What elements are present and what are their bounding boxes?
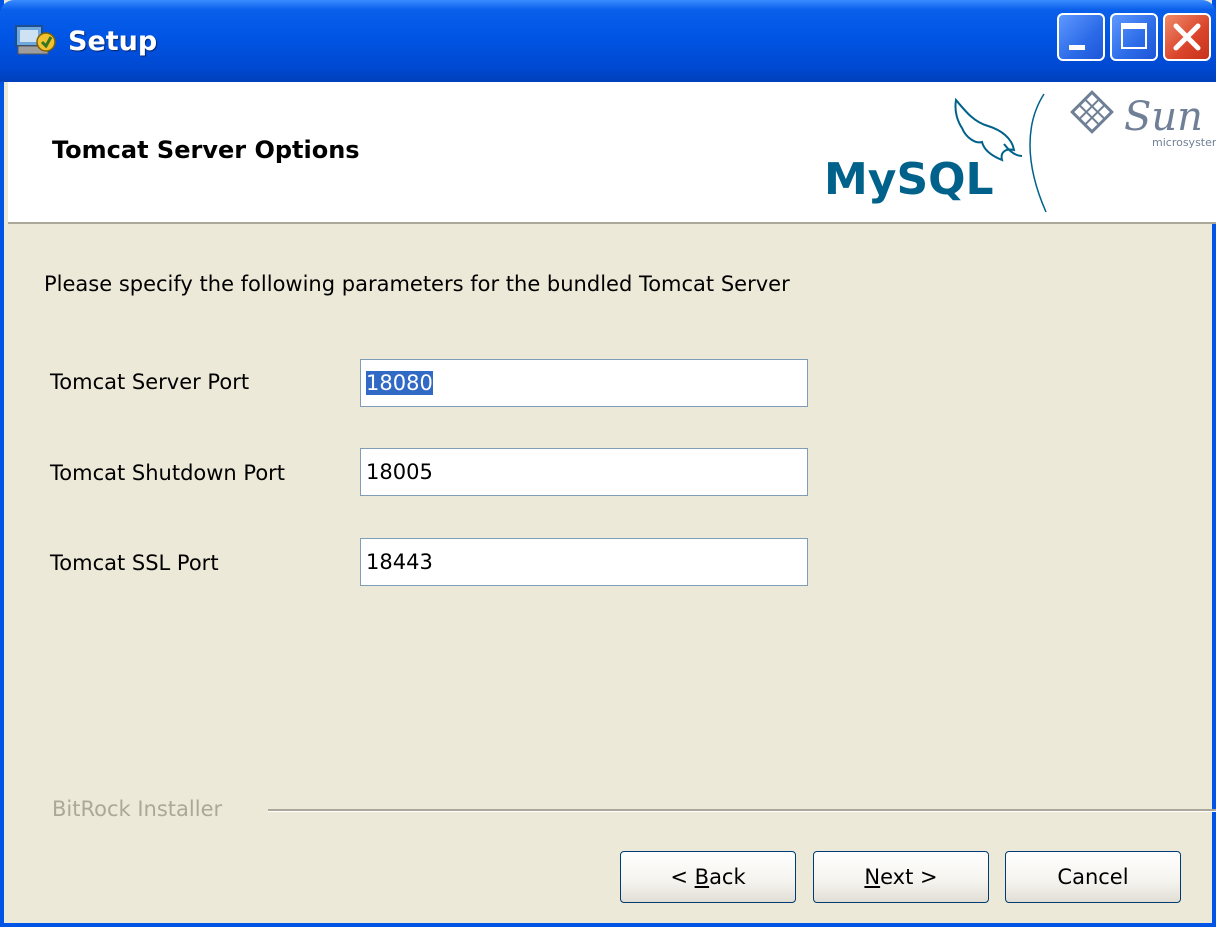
next-button[interactable]: Next > [813,851,989,903]
close-icon [1173,23,1201,51]
ssl-port-input[interactable] [360,538,808,586]
close-button[interactable] [1163,13,1211,61]
mysql-logo: MySQL [824,93,1047,213]
footer-separator [268,809,1216,812]
installer-branding: BitRock Installer [52,797,223,821]
minimize-button[interactable] [1057,13,1105,61]
next-button-rest: ext > [880,865,938,889]
next-button-accel: N [864,865,881,889]
setup-app-icon [15,25,56,55]
sun-logo-text: Sun [1124,94,1203,140]
title-bar[interactable]: Setup [0,0,1216,82]
cancel-button[interactable]: Cancel [1005,851,1181,903]
shutdown-port-label: Tomcat Shutdown Port [50,461,286,485]
maximize-icon [1121,23,1147,49]
maximize-button[interactable] [1110,13,1158,61]
wizard-header: Tomcat Server Options MySQL Sun microsys… [8,82,1216,224]
sun-microsystems-logo: Sun microsystems [1070,90,1216,149]
back-button-accel: B [694,865,710,889]
server-port-label: Tomcat Server Port [50,370,250,394]
sun-logo-subtext: microsystems [1152,136,1216,149]
wizard-content: Please specify the following parameters … [8,224,1216,923]
setup-window: Setup Tomcat Server Options MySQL Sun mi… [0,0,1216,927]
server-port-input[interactable] [360,359,808,407]
intro-text: Please specify the following parameters … [44,272,790,296]
ssl-port-label: Tomcat SSL Port [50,551,219,575]
minimize-icon [1069,45,1085,50]
page-title: Tomcat Server Options [52,136,360,164]
window-title: Setup [68,26,158,57]
back-button[interactable]: < Back [620,851,796,903]
back-button-prefix: < [670,865,695,889]
mysql-logo-text: MySQL [824,154,994,205]
shutdown-port-input[interactable] [360,448,808,496]
back-button-rest: ack [709,865,746,889]
logo-area: MySQL Sun microsystems [816,82,1216,222]
